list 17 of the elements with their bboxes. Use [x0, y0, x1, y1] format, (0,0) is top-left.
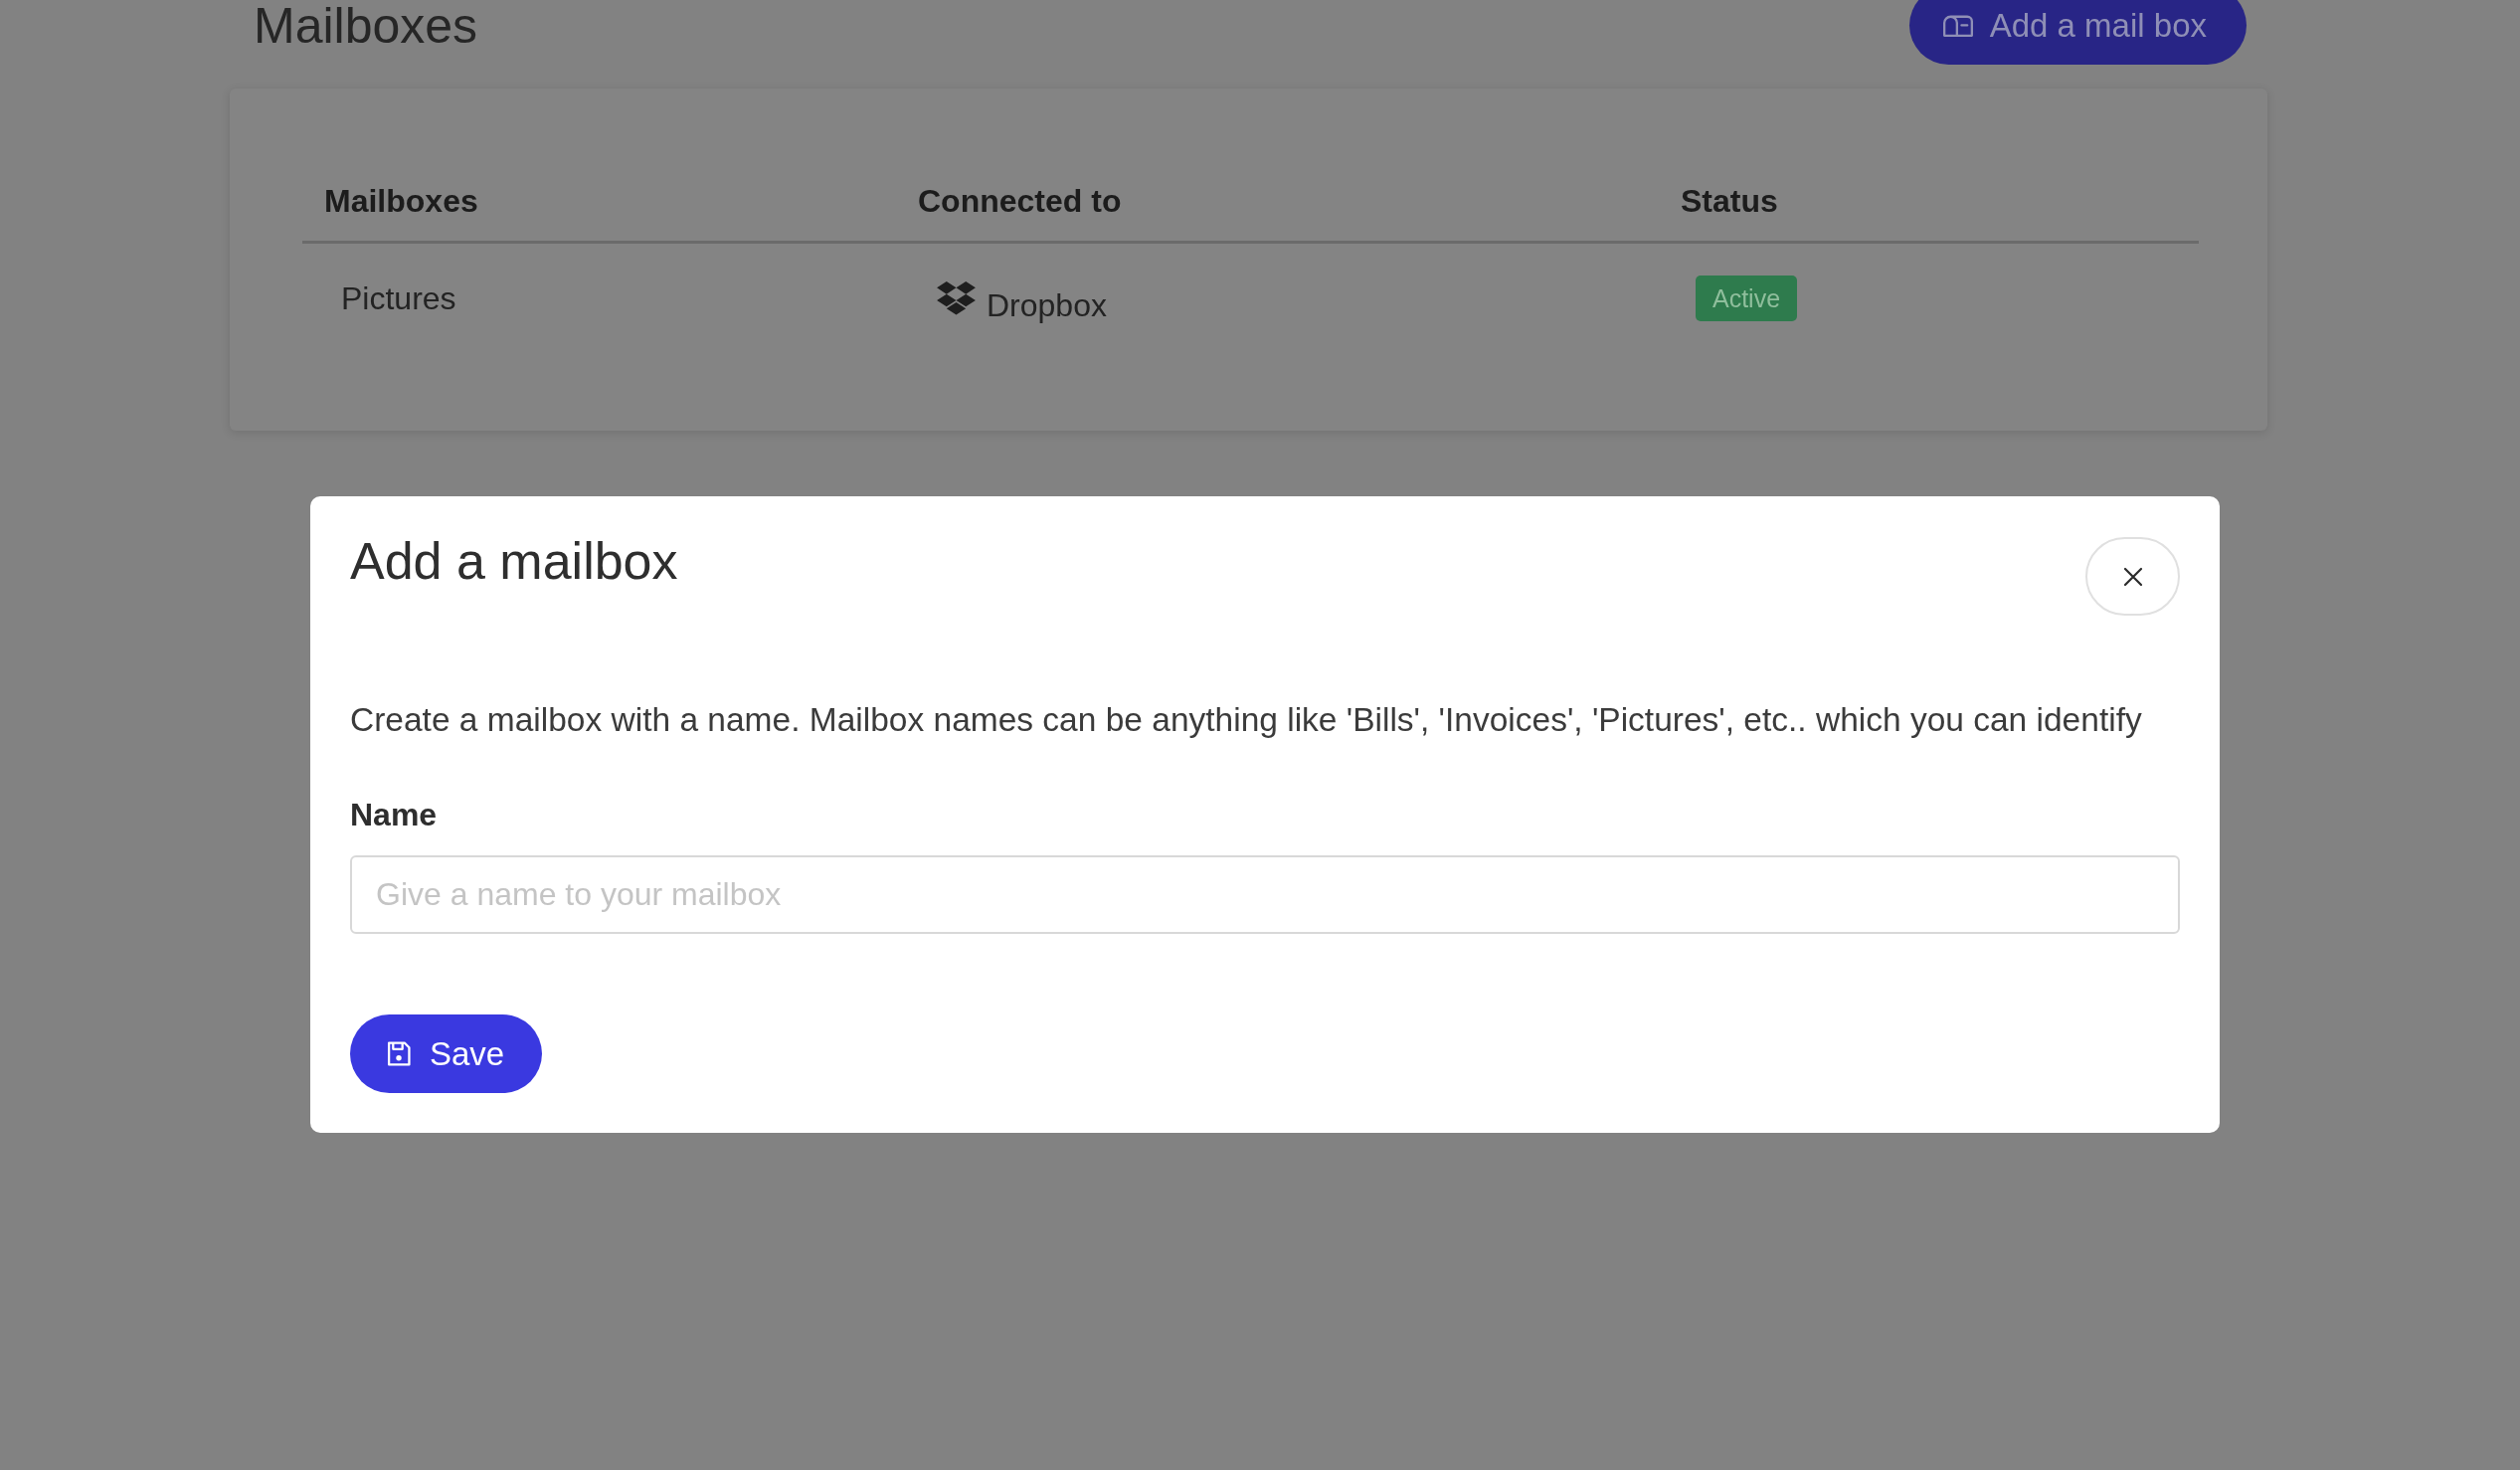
name-field[interactable]: Give a name to your mailbox: [350, 855, 2180, 934]
save-icon: [386, 1041, 411, 1066]
dialog-title: Add a mailbox: [350, 531, 678, 591]
save-button[interactable]: Save: [350, 1014, 543, 1093]
mailbox-icon: [1942, 14, 1973, 37]
column-header: Connected to: [918, 182, 1122, 220]
add-mailbox-button[interactable]: Add a mail box: [1908, 0, 2247, 65]
column-header: Mailboxes: [324, 182, 478, 220]
column-header: Status: [1681, 182, 1778, 220]
field-label: Name: [350, 796, 438, 834]
close-icon: [2122, 566, 2143, 587]
dialog-description: Create a mailbox with a name. Mailbox names can be anything like 'Bills', 'Invoices', 'Pictures', etc.. which you can identify: [350, 700, 2142, 740]
service-logo-icon: [937, 281, 976, 315]
mailbox-name: Pictures: [341, 279, 456, 317]
status-badge: Active: [1696, 276, 1798, 321]
page-title: Mailboxes: [254, 0, 478, 56]
service-name: Dropbox: [987, 286, 1107, 324]
